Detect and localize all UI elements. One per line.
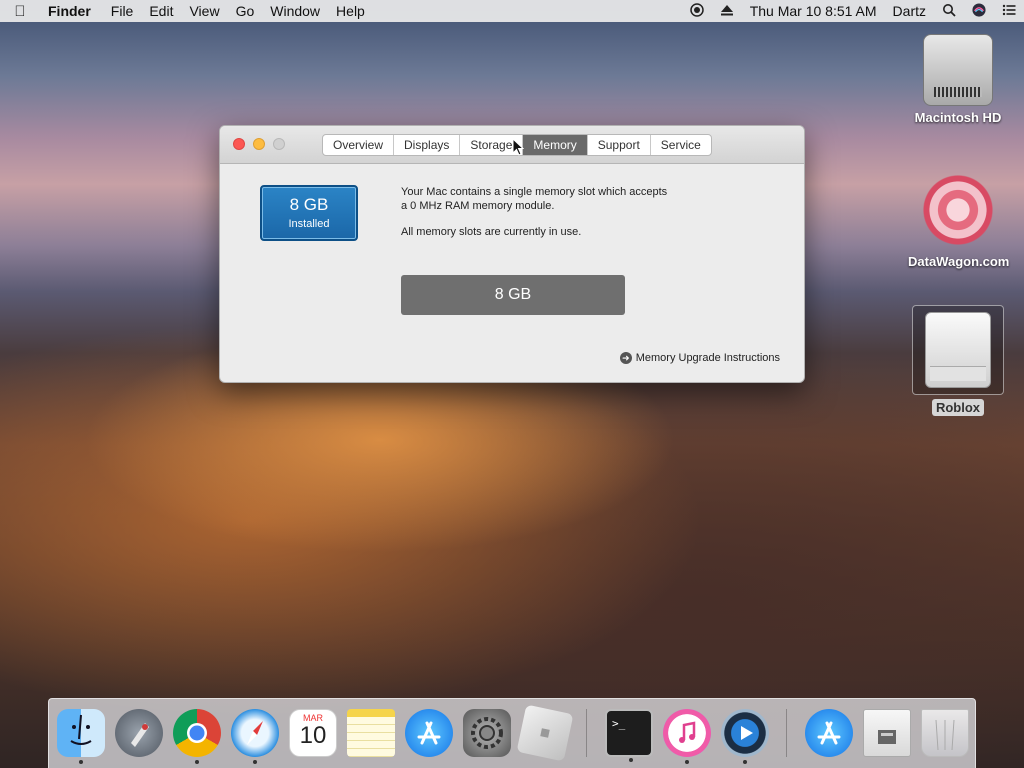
notification-center-icon[interactable] [994,3,1024,20]
chrome-icon[interactable] [173,709,221,764]
about-this-mac-window: Overview Displays Storage Memory Support… [219,125,805,383]
running-indicator [253,760,257,764]
desktop-icon-label: Roblox [931,399,985,416]
safari-icon[interactable] [231,709,279,764]
tab-memory[interactable]: Memory [523,135,588,155]
desktop-icon-label: Macintosh HD [914,110,1002,125]
close-button[interactable] [233,138,245,150]
apple-menu-icon[interactable]:  [0,3,40,20]
menu-view[interactable]: View [181,3,227,19]
eject-icon[interactable] [712,3,742,20]
memory-caption: Installed [288,218,330,230]
menu-bar:  Finder File Edit View Go Window Help T… [0,0,1024,22]
running-indicator [685,760,689,764]
menu-app-name[interactable]: Finder [40,3,103,19]
memory-description: Your Mac contains a single memory slot w… [401,185,711,239]
description-line-3: All memory slots are currently in use. [401,226,582,238]
menu-clock[interactable]: Thu Mar 10 8:51 AM [742,3,885,19]
description-line-1: Your Mac contains a single memory slot w… [401,186,668,198]
running-indicator [629,758,633,762]
memory-installed-badge: 8 GB Installed [260,185,358,241]
desktop-icon-datawagon[interactable]: DataWagon.com [908,170,1010,269]
menu-go[interactable]: Go [228,3,263,19]
svg-text:>_: >_ [612,717,626,730]
menu-user[interactable]: Dartz [885,3,934,19]
minimize-button[interactable] [253,138,265,150]
finder-icon[interactable] [57,709,105,764]
running-indicator [79,760,83,764]
archive-icon[interactable] [863,709,911,757]
hard-drive-icon [923,34,993,106]
app-store-icon[interactable] [405,709,453,757]
trash-icon[interactable] [921,709,969,757]
memory-pane: 8 GB Installed Your Mac contains a singl… [220,164,804,382]
tab-displays[interactable]: Displays [394,135,461,155]
menu-window[interactable]: Window [262,3,328,19]
dock-separator [786,709,787,757]
running-indicator [743,760,747,764]
menu-edit[interactable]: Edit [141,3,181,19]
desktop-icon-macintosh-hd[interactable]: Macintosh HD [908,34,1008,125]
roblox-icon[interactable] [516,704,574,762]
memory-slot-bar: 8 GB [401,275,625,315]
memory-size: 8 GB [289,195,329,214]
spotlight-search-icon[interactable] [934,3,964,20]
desktop-icon-label: DataWagon.com [908,254,1010,269]
system-preferences-icon[interactable] [463,709,511,757]
selection-highlight [912,305,1004,395]
menu-file[interactable]: File [103,3,142,19]
zoom-button [273,138,285,150]
running-indicator [195,760,199,764]
notes-icon[interactable] [347,709,395,757]
quicktime-icon[interactable] [721,709,769,764]
memory-upgrade-link[interactable]: ➜ Memory Upgrade Instructions [619,352,780,364]
datawagon-flower-icon [918,170,998,250]
external-drive-icon [925,312,991,388]
desktop-icon-roblox[interactable]: Roblox [908,305,1008,417]
dock-separator [586,709,587,757]
menu-help[interactable]: Help [328,3,373,19]
tab-service[interactable]: Service [651,135,711,155]
calendar-icon[interactable]: MAR 10 [289,709,337,757]
itunes-icon[interactable] [663,709,711,764]
dock: MAR 10 >_ [48,698,976,768]
memory-slot-label: 8 GB [494,286,532,303]
tab-overview[interactable]: Overview [323,135,395,155]
app-store-download-icon[interactable] [805,709,853,757]
upgrade-link-label: Memory Upgrade Instructions [635,352,780,364]
tab-support[interactable]: Support [588,135,651,155]
terminal-icon[interactable]: >_ [605,709,653,762]
launchpad-icon[interactable] [115,709,163,757]
arrow-right-circle-icon: ➜ [619,352,632,364]
description-line-2: a 0 MHz RAM memory module. [401,200,555,212]
siri-icon[interactable] [964,2,994,20]
calendar-day: 10 [299,722,327,749]
mouse-cursor-icon [512,138,524,156]
screen-record-icon[interactable] [682,2,712,20]
